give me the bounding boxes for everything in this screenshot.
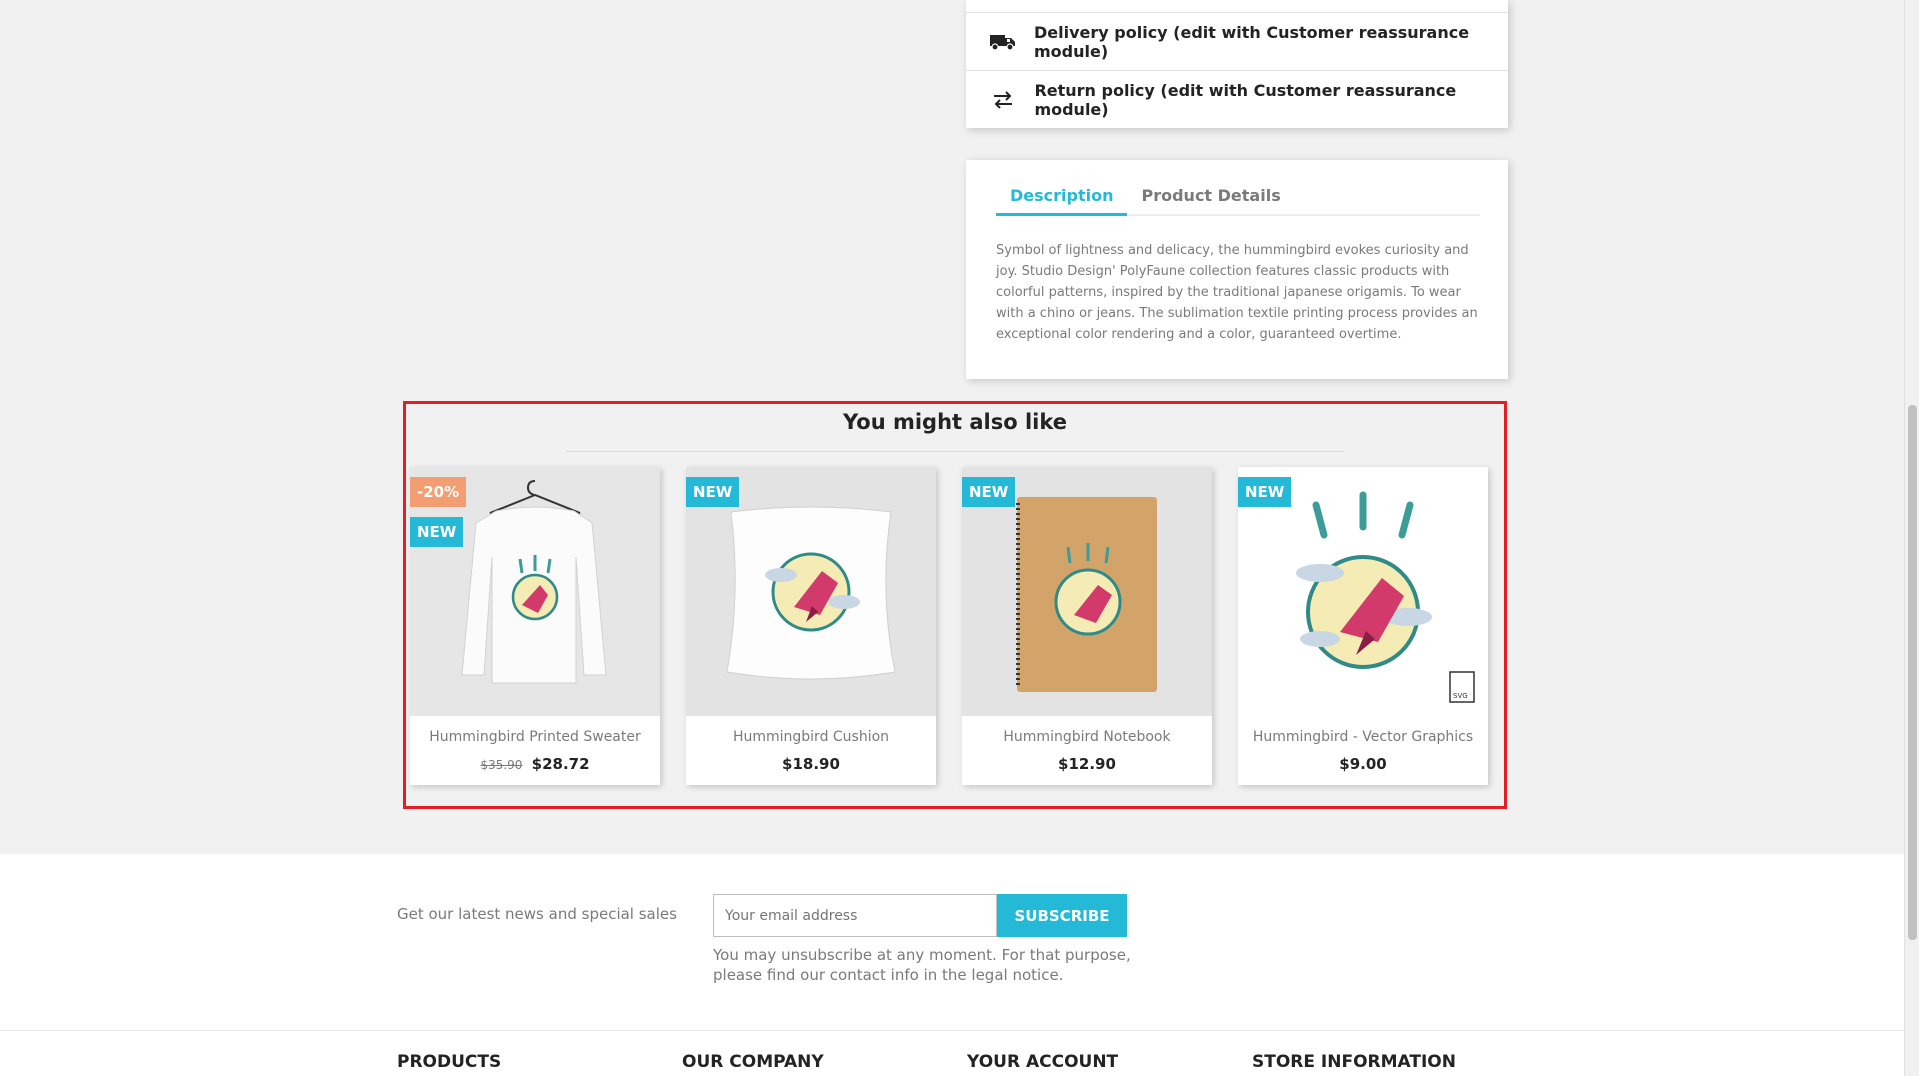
reassurance-label: Delivery policy (edit with Customer reas…	[1034, 22, 1470, 61]
new-badge: NEW	[410, 517, 464, 547]
scrollbar-thumb[interactable]	[1908, 405, 1917, 940]
new-badge: NEW	[1238, 477, 1292, 507]
reassurance-label: Return policy (edit with Customer reassu…	[1034, 80, 1457, 119]
product-card-cushion[interactable]: NEW Hummingbird Cushion $18.90	[686, 467, 936, 785]
product-card-notebook[interactable]: NEW Hummingbird Notebook $12.90	[962, 467, 1212, 785]
reassurance-item-delivery: Delivery policy (edit with Customer reas…	[966, 12, 1508, 70]
footer-heading-your-account[interactable]: YOUR ACCOUNT	[967, 1052, 1118, 1072]
divider	[566, 451, 1344, 452]
product-name[interactable]: Hummingbird Notebook	[962, 729, 1212, 745]
product-name[interactable]: Hummingbird Printed Sweater	[410, 729, 660, 745]
product-name[interactable]: Hummingbird - Vector Graphics	[1238, 729, 1488, 745]
product-card-vector-graphics[interactable]: SVG NEW Hummingbird - Vector Graphics $9…	[1238, 467, 1488, 785]
tab-product-details[interactable]: Product Details	[1127, 186, 1294, 216]
product-price-block: $35.90 $28.72	[410, 755, 660, 773]
page-scrollbar[interactable]	[1904, 0, 1919, 1076]
footer-heading-our-company[interactable]: OUR COMPANY	[682, 1052, 824, 1072]
newsletter-text: Get our latest news and special sales	[397, 905, 677, 923]
footer-heading-products[interactable]: PRODUCTS	[397, 1052, 501, 1072]
product-price: $28.72	[531, 755, 590, 773]
subscribe-button[interactable]: SUBSCRIBE	[997, 894, 1127, 937]
email-field[interactable]	[713, 894, 997, 937]
svg-text:SVG: SVG	[1453, 692, 1468, 700]
newsletter-legal: You may unsubscribe at any moment. For t…	[713, 946, 1131, 984]
discount-badge: -20%	[410, 477, 467, 507]
reassurance-block: Delivery policy (edit with Customer reas…	[966, 0, 1508, 128]
reassurance-item-return: Return policy (edit with Customer reassu…	[966, 70, 1508, 128]
tabs-nav: Description Product Details	[996, 186, 1480, 216]
product-price: $9.00	[1339, 755, 1387, 773]
exchange-arrows-icon	[990, 89, 1016, 111]
product-name[interactable]: Hummingbird Cushion	[686, 729, 936, 745]
footer: PRODUCTS OUR COMPANY YOUR ACCOUNT STORE …	[0, 1030, 1904, 1076]
product-description: Symbol of lightness and delicacy, the hu…	[996, 243, 1478, 342]
newsletter-block: Get our latest news and special sales SU…	[0, 854, 1904, 1030]
truck-icon	[990, 31, 1016, 53]
tab-description[interactable]: Description	[996, 186, 1128, 216]
footer-heading-store-information[interactable]: STORE INFORMATION	[1252, 1052, 1456, 1072]
related-products-section: You might also like -20% NEW Hummingbird…	[403, 401, 1507, 809]
regular-price: $35.90	[480, 758, 523, 772]
new-badge: NEW	[962, 477, 1016, 507]
new-badge: NEW	[686, 477, 740, 507]
product-tabs: Description Product Details Symbol of li…	[966, 160, 1508, 379]
section-title: You might also like	[842, 410, 1068, 434]
product-price: $12.90	[1058, 755, 1116, 773]
product-card-sweater[interactable]: -20% NEW Hummingbird Printed Sweater $35…	[410, 467, 660, 785]
product-price: $18.90	[782, 755, 840, 773]
